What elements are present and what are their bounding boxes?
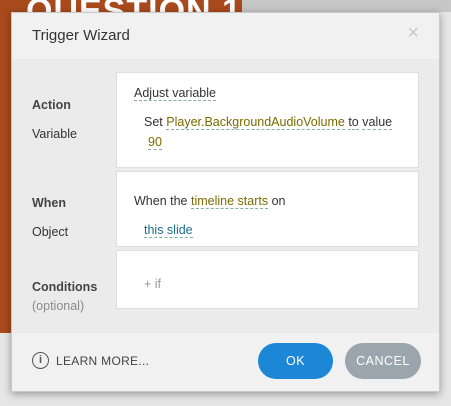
conditions-label: Conditions: [32, 280, 98, 294]
variable-dropdown[interactable]: Player.BackgroundAudioVolume: [166, 115, 345, 130]
dialog-title: Trigger Wizard: [32, 27, 130, 44]
dialog-footer: i LEARN MORE... OK CANCEL: [12, 333, 439, 391]
info-icon[interactable]: i: [32, 352, 49, 369]
background-strip: [242, 0, 451, 12]
on-word: on: [271, 194, 286, 208]
add-condition-button[interactable]: + if: [144, 277, 161, 291]
conditions-card: + if: [116, 250, 419, 309]
conditions-sublabel: (optional): [32, 299, 85, 313]
action-section-label: Action: [32, 98, 71, 112]
ok-button[interactable]: OK: [258, 343, 333, 379]
object-label: Object: [32, 225, 69, 239]
learn-more-link[interactable]: LEARN MORE...: [56, 354, 149, 368]
dialog-body: Action Variable Adjust variable Set Play…: [12, 59, 439, 333]
when-prefix: When the: [134, 194, 188, 208]
title-bar: Trigger Wizard ×: [12, 13, 439, 59]
object-dropdown[interactable]: this slide: [144, 223, 193, 238]
trigger-wizard-dialog: Trigger Wizard × Action Variable Adjust …: [11, 12, 440, 392]
when-card: When the timeline starts on this slide: [116, 171, 419, 247]
action-dropdown[interactable]: Adjust variable: [134, 86, 216, 101]
variable-label: Variable: [32, 127, 77, 141]
when-section-label: When: [32, 196, 67, 210]
value-field[interactable]: 90: [148, 135, 162, 150]
close-icon[interactable]: ×: [407, 23, 419, 43]
action-card: Adjust variable Set Player.BackgroundAud…: [116, 72, 419, 168]
operator-dropdown[interactable]: to: [348, 115, 359, 130]
cancel-button[interactable]: CANCEL: [345, 343, 421, 379]
event-dropdown[interactable]: timeline starts: [191, 194, 269, 209]
value-type-dropdown[interactable]: value: [362, 115, 393, 130]
set-word: Set: [144, 115, 163, 129]
